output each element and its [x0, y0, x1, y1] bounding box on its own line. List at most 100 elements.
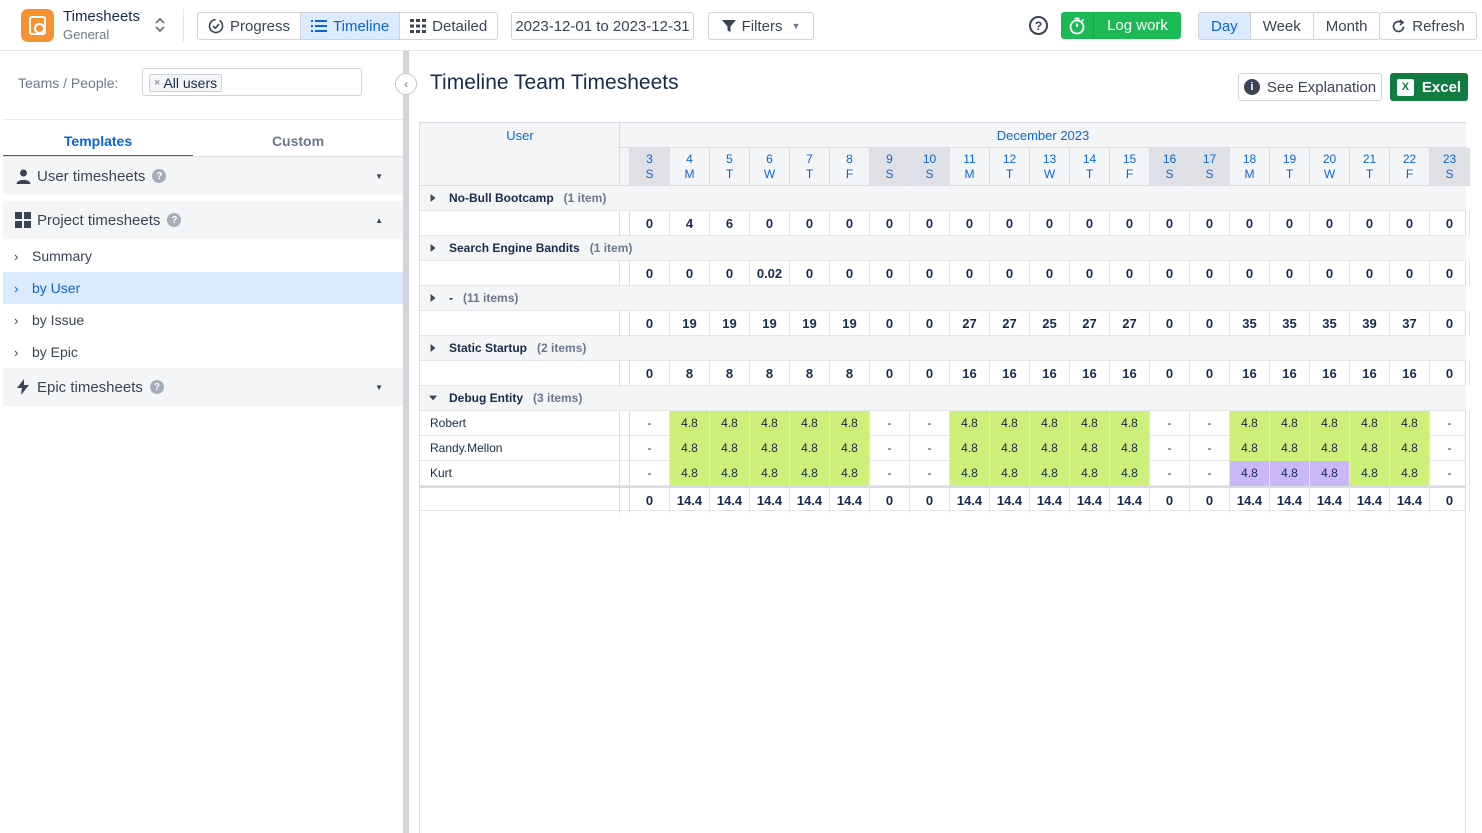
- hours-cell[interactable]: -: [1430, 436, 1470, 461]
- hours-cell[interactable]: 4.8: [1270, 436, 1310, 461]
- hours-cell[interactable]: -: [630, 411, 670, 436]
- group-row[interactable]: - (11 items): [420, 286, 1466, 311]
- section-user-timesheets[interactable]: User timesheets ? ▼: [3, 157, 403, 195]
- hours-cell[interactable]: 4.8: [1230, 461, 1270, 486]
- hours-cell[interactable]: 4.8: [710, 461, 750, 486]
- sidebar-item-by-epic[interactable]: › by Epic: [3, 336, 403, 368]
- hours-cell[interactable]: 4.8: [670, 461, 710, 486]
- hours-cell[interactable]: 4.8: [1350, 461, 1390, 486]
- section-project-timesheets[interactable]: Project timesheets ? ▲: [3, 201, 403, 239]
- hours-cell[interactable]: -: [1190, 461, 1230, 486]
- users-select[interactable]: × All users: [142, 68, 362, 96]
- day-column-header[interactable]: 18 M: [1230, 148, 1270, 186]
- hours-cell[interactable]: -: [910, 411, 950, 436]
- hours-cell[interactable]: 4.8: [1310, 436, 1350, 461]
- day-column-header[interactable]: 14 T: [1070, 148, 1110, 186]
- view-timeline-button[interactable]: Timeline: [301, 13, 401, 39]
- hours-cell[interactable]: 4.8: [950, 461, 990, 486]
- hours-cell[interactable]: -: [910, 461, 950, 486]
- hours-cell[interactable]: 4.8: [1030, 411, 1070, 436]
- hours-cell[interactable]: -: [630, 461, 670, 486]
- hours-cell[interactable]: 4.8: [1110, 411, 1150, 436]
- hours-cell[interactable]: 4.8: [1390, 411, 1430, 436]
- app-switcher-chevron-icon[interactable]: [153, 15, 167, 35]
- hours-cell[interactable]: 4.8: [710, 411, 750, 436]
- hours-cell[interactable]: 4.8: [1390, 436, 1430, 461]
- hours-cell[interactable]: 4.8: [990, 436, 1030, 461]
- hours-cell[interactable]: 4.8: [830, 436, 870, 461]
- hours-cell[interactable]: 4.8: [950, 411, 990, 436]
- collapse-sidebar-chevron-icon[interactable]: ‹: [395, 73, 417, 95]
- sidebar-item-summary[interactable]: › Summary: [3, 240, 403, 272]
- hours-cell[interactable]: 4.8: [1350, 436, 1390, 461]
- tab-templates[interactable]: Templates: [3, 129, 193, 157]
- sidebar-item-by-issue[interactable]: › by Issue: [3, 304, 403, 336]
- hours-cell[interactable]: 4.8: [1030, 461, 1070, 486]
- hours-cell[interactable]: 4.8: [990, 461, 1030, 486]
- day-column-header[interactable]: 9S: [870, 148, 910, 186]
- day-column-header[interactable]: 13 W: [1030, 148, 1070, 186]
- day-column-header[interactable]: 5T: [710, 148, 750, 186]
- period-week-button[interactable]: Week: [1251, 13, 1314, 39]
- see-explanation-button[interactable]: i See Explanation: [1238, 73, 1382, 101]
- excel-export-button[interactable]: X Excel: [1390, 73, 1468, 101]
- period-day-button[interactable]: Day: [1199, 13, 1251, 39]
- hours-cell[interactable]: -: [1430, 411, 1470, 436]
- hours-cell[interactable]: 4.8: [1390, 461, 1430, 486]
- hours-cell[interactable]: 4.8: [790, 436, 830, 461]
- hours-cell[interactable]: 4.8: [1270, 411, 1310, 436]
- hours-cell[interactable]: 4.8: [1070, 461, 1110, 486]
- hours-cell[interactable]: -: [1430, 461, 1470, 486]
- hours-cell[interactable]: 4.8: [990, 411, 1030, 436]
- group-row[interactable]: Debug Entity (3 items): [420, 386, 1466, 411]
- period-month-button[interactable]: Month: [1314, 13, 1380, 39]
- hours-cell[interactable]: 4.8: [1030, 436, 1070, 461]
- log-work-button[interactable]: Log work: [1061, 12, 1181, 39]
- hours-cell[interactable]: 4.8: [1270, 461, 1310, 486]
- view-detailed-button[interactable]: Detailed: [400, 13, 497, 39]
- question-icon[interactable]: ?: [149, 380, 164, 394]
- refresh-button[interactable]: Refresh: [1379, 12, 1477, 40]
- hours-cell[interactable]: 4.8: [790, 461, 830, 486]
- hours-cell[interactable]: -: [1190, 411, 1230, 436]
- day-column-header[interactable]: 7T: [790, 148, 830, 186]
- hours-cell[interactable]: 4.8: [830, 411, 870, 436]
- hours-cell[interactable]: 4.8: [750, 411, 790, 436]
- hours-cell[interactable]: 4.8: [1230, 436, 1270, 461]
- day-column-header[interactable]: 8F: [830, 148, 870, 186]
- day-column-header[interactable]: 19 T: [1270, 148, 1310, 186]
- filters-button[interactable]: Filters ▼: [708, 12, 814, 40]
- caret-down-icon[interactable]: [429, 393, 437, 403]
- hours-cell[interactable]: -: [630, 436, 670, 461]
- hours-cell[interactable]: -: [1150, 436, 1190, 461]
- view-progress-button[interactable]: Progress: [198, 13, 302, 39]
- hours-cell[interactable]: 4.8: [830, 461, 870, 486]
- help-icon[interactable]: ?: [1029, 16, 1048, 35]
- day-column-header[interactable]: 3S: [630, 148, 670, 186]
- hours-cell[interactable]: 4.8: [1110, 436, 1150, 461]
- hours-cell[interactable]: -: [910, 436, 950, 461]
- table-row[interactable]: Randy.Mellon -4.8 4.8 4.8 4.8 4.8- -4.8 4.8 4.8 4…: [420, 436, 1470, 461]
- caret-right-icon[interactable]: [429, 293, 437, 303]
- caret-right-icon[interactable]: [429, 243, 437, 253]
- panel-splitter[interactable]: [403, 51, 409, 833]
- group-row[interactable]: Search Engine Bandits (1 item): [420, 236, 1466, 261]
- day-column-header[interactable]: 17 S: [1190, 148, 1230, 186]
- hours-cell[interactable]: 4.8: [670, 411, 710, 436]
- remove-chip-icon[interactable]: ×: [154, 77, 160, 89]
- day-column-header[interactable]: 22 F: [1390, 148, 1430, 186]
- hours-cell[interactable]: 4.8: [1230, 411, 1270, 436]
- hours-cell[interactable]: 4.8: [1310, 411, 1350, 436]
- hours-cell[interactable]: -: [870, 411, 910, 436]
- hours-cell[interactable]: 4.8: [670, 436, 710, 461]
- day-column-header[interactable]: 15 F: [1110, 148, 1150, 186]
- hours-cell[interactable]: 4.8: [710, 436, 750, 461]
- hours-cell[interactable]: 4.8: [1110, 461, 1150, 486]
- sidebar-item-by-user[interactable]: › by User: [3, 272, 403, 304]
- hours-cell[interactable]: -: [870, 436, 910, 461]
- hours-cell[interactable]: 4.8: [950, 436, 990, 461]
- group-row[interactable]: No-Bull Bootcamp (1 item): [420, 186, 1466, 211]
- day-column-header[interactable]: 23 S: [1430, 148, 1470, 186]
- day-column-header[interactable]: 6W: [750, 148, 790, 186]
- caret-right-icon[interactable]: [429, 193, 437, 203]
